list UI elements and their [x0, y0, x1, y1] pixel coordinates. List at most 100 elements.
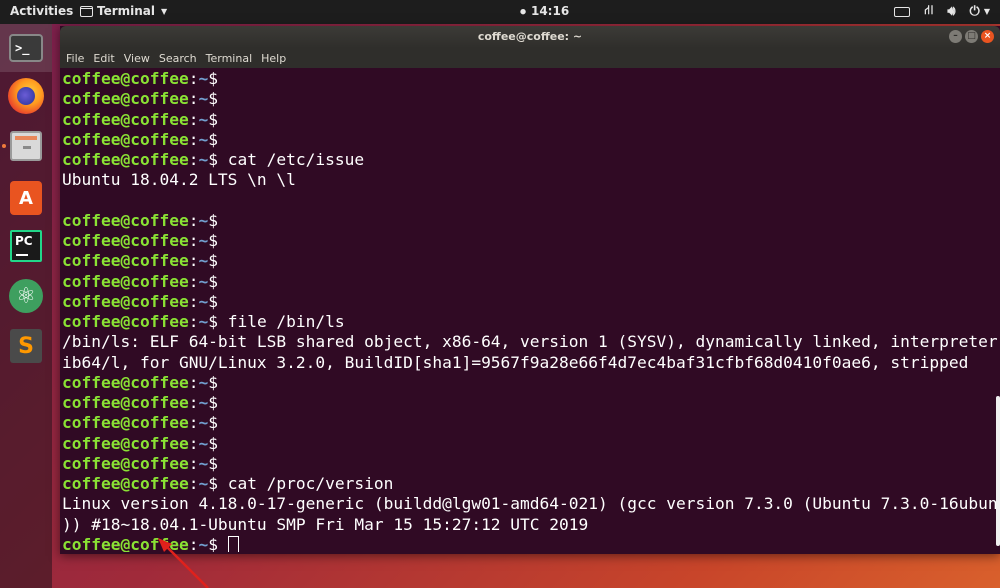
prompt-symbol: $ [208, 251, 228, 271]
prompt-line: coffee@coffee:~$ [62, 110, 998, 130]
prompt-separator: : [188, 433, 199, 453]
pycharm-icon: PC [10, 230, 42, 262]
prompt-line: coffee@coffee:~$ [62, 454, 998, 474]
prompt-path: ~ [198, 271, 209, 291]
prompt-symbol: $ [208, 291, 228, 311]
output-line: )) #18~18.04.1-Ubuntu SMP Fri Mar 15 15:… [62, 514, 589, 534]
close-button[interactable]: × [981, 30, 994, 43]
dock: >_ A PC ⚛ S [0, 24, 52, 588]
prompt-symbol: $ [208, 372, 228, 392]
network-icon[interactable]: ⛙ [924, 3, 933, 20]
prompt-path: ~ [198, 69, 209, 88]
files-icon [10, 131, 42, 161]
prompt-user: coffee@coffee [62, 433, 189, 453]
prompt-line: coffee@coffee:~$ [62, 292, 998, 312]
prompt-symbol: $ [208, 312, 228, 331]
terminal-small-icon [80, 5, 93, 17]
menu-bar: File Edit View Search Terminal Help [60, 48, 1000, 68]
dock-item-files[interactable] [0, 122, 52, 170]
software-store-icon: A [10, 181, 42, 215]
terminal-window: coffee@coffee: ~ – □ × File Edit View Se… [60, 26, 1000, 554]
prompt-line: coffee@coffee:~$ [62, 89, 998, 109]
terminal-output[interactable]: coffee@coffee:~$ coffee@coffee:~$ coffee… [62, 69, 998, 552]
menu-help[interactable]: Help [261, 52, 286, 65]
prompt-path: ~ [198, 393, 209, 412]
menu-edit[interactable]: Edit [93, 52, 114, 65]
power-icon[interactable]: ⏻ [970, 4, 980, 19]
prompt-symbol: $ [208, 453, 228, 473]
output-line: ib64/l, for GNU/Linux 3.2.0, BuildID[sha… [62, 352, 969, 372]
prompt-separator: : [188, 150, 199, 169]
window-titlebar[interactable]: coffee@coffee: ~ – □ × [60, 26, 1000, 48]
prompt-symbol: $ [208, 413, 228, 433]
dock-item-pycharm[interactable]: PC [0, 222, 52, 270]
prompt-path: ~ [198, 89, 209, 109]
prompt-line: coffee@coffee:~$ cat /etc/issue [62, 150, 998, 170]
tray-chevron-down-icon[interactable]: ▼ [984, 7, 990, 16]
keyboard-icon[interactable] [894, 6, 911, 17]
clock[interactable]: ● 14:16 [520, 4, 569, 18]
window-title: coffee@coffee: ~ [477, 30, 583, 43]
output-line: /bin/ls: ELF 64-bit LSB shared object, x… [62, 332, 998, 352]
prompt-user: coffee@coffee [62, 413, 189, 433]
menu-file[interactable]: File [66, 52, 84, 65]
prompt-symbol: $ [208, 69, 228, 88]
prompt-line: coffee@coffee:~$ [62, 69, 998, 89]
dock-item-firefox[interactable] [0, 72, 52, 120]
prompt-path: ~ [198, 109, 209, 129]
prompt-separator: : [188, 393, 199, 412]
prompt-user: coffee@coffee [62, 291, 189, 311]
prompt-separator: : [188, 372, 199, 392]
menu-search[interactable]: Search [159, 52, 197, 65]
prompt-user: coffee@coffee [62, 312, 189, 331]
prompt-separator: : [188, 271, 199, 291]
prompt-separator: : [188, 312, 199, 331]
system-tray[interactable]: ⛙ 🔊︎ ⏻ ▼ [894, 3, 990, 20]
prompt-separator: : [188, 251, 199, 271]
annotation-arrow [158, 538, 209, 588]
prompt-user: coffee@coffee [62, 251, 189, 271]
maximize-button[interactable]: □ [965, 30, 978, 43]
prompt-user: coffee@coffee [62, 393, 189, 412]
prompt-separator: : [188, 231, 199, 250]
running-indicator [2, 144, 6, 148]
prompt-symbol: $ [208, 150, 228, 169]
prompt-path: ~ [198, 210, 209, 230]
prompt-user: coffee@coffee [62, 129, 189, 149]
prompt-user: coffee@coffee [62, 69, 189, 88]
window-controls: – □ × [949, 30, 994, 43]
dock-item-software[interactable]: A [0, 174, 52, 222]
terminal-icon: >_ [9, 34, 43, 62]
dock-item-atom[interactable]: ⚛ [0, 272, 52, 320]
prompt-path: ~ [198, 312, 209, 331]
prompt-symbol: $ [208, 433, 228, 453]
minimize-button[interactable]: – [949, 30, 962, 43]
menu-view[interactable]: View [124, 52, 150, 65]
prompt-separator: : [188, 474, 199, 493]
scrollbar[interactable] [996, 396, 1000, 546]
prompt-symbol: $ [208, 393, 228, 412]
prompt-separator: : [188, 109, 199, 129]
app-menu[interactable]: Terminal ▼ [80, 4, 167, 18]
prompt-separator: : [188, 89, 199, 109]
prompt-line: coffee@coffee:~$ [62, 231, 998, 251]
dock-item-sublime[interactable]: S [0, 322, 52, 370]
prompt-path: ~ [198, 291, 209, 311]
volume-icon[interactable]: 🔊︎ [947, 4, 955, 19]
clock-dot-icon: ● [520, 7, 531, 16]
prompt-path: ~ [198, 372, 209, 392]
prompt-path: ~ [198, 150, 209, 169]
activities-button[interactable]: Activities [10, 4, 73, 18]
menu-terminal[interactable]: Terminal [206, 52, 253, 65]
command-text: file /bin/ls [227, 312, 345, 331]
prompt-symbol: $ [208, 271, 228, 291]
prompt-user: coffee@coffee [62, 372, 189, 392]
prompt-line: coffee@coffee:~$ [62, 413, 998, 433]
clock-time: 14:16 [530, 4, 570, 18]
dock-item-terminal[interactable]: >_ [0, 24, 52, 72]
prompt-line: coffee@coffee:~$ file /bin/ls [62, 312, 998, 332]
prompt-separator: : [188, 291, 199, 311]
prompt-line: coffee@coffee:~$ [62, 393, 998, 413]
prompt-separator: : [188, 210, 199, 230]
prompt-user: coffee@coffee [62, 474, 189, 493]
